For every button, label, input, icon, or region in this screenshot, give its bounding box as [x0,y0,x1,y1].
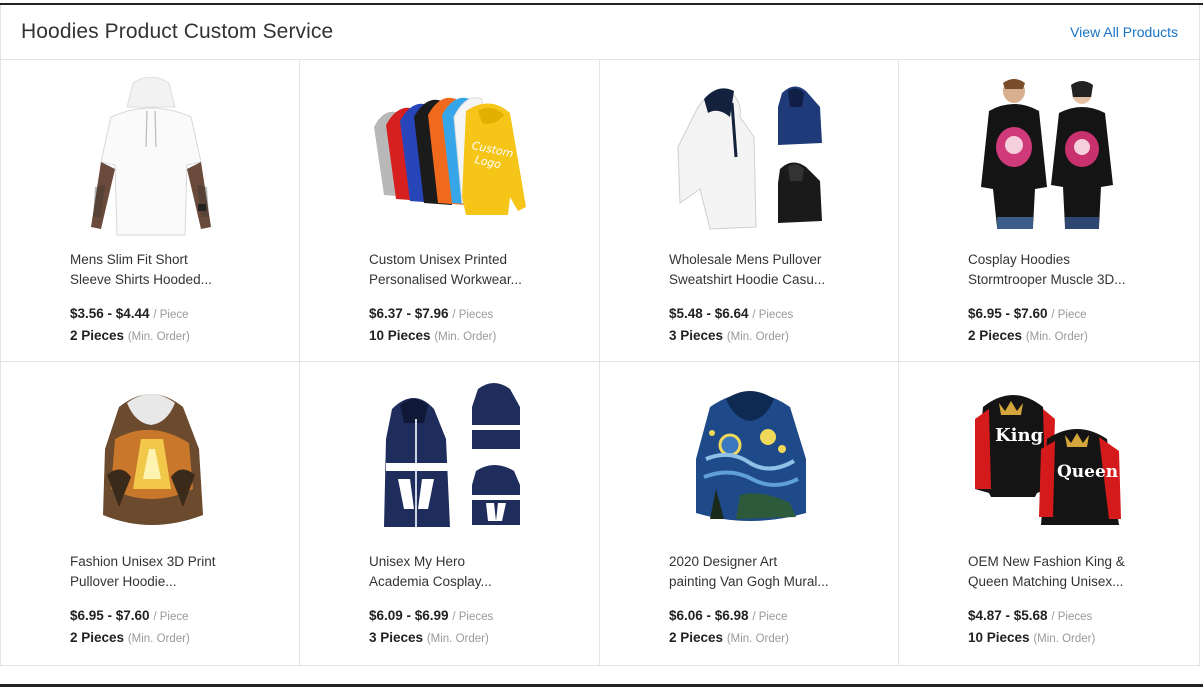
product-name[interactable]: Custom Unisex Printed Personalised Workw… [369,250,534,290]
min-order: 3 Pieces (Min. Order) [669,328,789,343]
view-all-products-link[interactable]: View All Products [1070,24,1178,40]
product-price: $6.09 - $6.99 / Pieces [369,608,493,623]
min-order-quantity: 2 Pieces [968,328,1023,343]
product-price: $3.56 - $4.44 / Piece [70,306,189,321]
product-name-line-1: Mens Slim Fit Short [70,252,188,267]
min-order-label: (Min. Order) [1033,633,1096,645]
price-range: $6.37 - $7.96 [369,306,449,321]
product-name-line-2: Sleeve Shirts Hooded... [70,272,212,287]
product-name[interactable]: Wholesale Mens Pullover Sweatshirt Hoodi… [669,250,834,290]
white-hooded-tshirt-image[interactable] [71,77,231,237]
min-order-label: (Min. Order) [434,331,497,343]
bottom-divider [0,684,1203,687]
product-name[interactable]: Fashion Unisex 3D Print Pullover Hoodie.… [70,552,235,592]
product-price: $5.48 - $6.64 / Pieces [669,306,793,321]
price-unit: / Piece [153,309,189,321]
min-order-label: (Min. Order) [1025,331,1088,343]
product-name-line-2: painting Van Gogh Mural... [669,574,829,589]
min-order-quantity: 2 Pieces [70,630,125,645]
product-card[interactable]: Wholesale Mens Pullover Sweatshirt Hoodi… [600,60,899,362]
product-name[interactable]: Unisex My Hero Academia Cosplay... [369,552,534,592]
price-range: $6.95 - $7.60 [70,608,150,623]
price-range: $3.56 - $4.44 [70,306,150,321]
min-order-quantity: 10 Pieces [968,630,1030,645]
product-name-line-1: 2020 Designer Art [669,554,778,569]
starry-night-hoodie-image[interactable] [670,379,830,539]
product-grid: Mens Slim Fit Short Sleeve Shirts Hooded… [1,60,1199,665]
min-order-label: (Min. Order) [127,633,190,645]
price-unit: / Piece [153,611,189,623]
product-card[interactable]: Unisex My Hero Academia Cosplay... $6.09… [300,362,600,665]
min-order-quantity: 3 Pieces [369,630,424,645]
product-card[interactable]: Fashion Unisex 3D Print Pullover Hoodie.… [1,362,300,665]
product-name-line-1: Fashion Unisex 3D Print [70,554,216,569]
product-name[interactable]: Mens Slim Fit Short Sleeve Shirts Hooded… [70,250,235,290]
min-order: 10 Pieces (Min. Order) [968,630,1095,645]
product-name-line-2: Sweatshirt Hoodie Casu... [669,272,826,287]
price-range: $5.48 - $6.64 [669,306,749,321]
product-card[interactable]: Mens Slim Fit Short Sleeve Shirts Hooded… [1,60,300,362]
section-header: Hoodies Product Custom Service View All … [1,5,1199,60]
couple-printed-hoodies-image[interactable] [969,77,1129,237]
product-name-line-1: Wholesale Mens Pullover [669,252,822,267]
product-card[interactable]: Custom Logo Custom Unisex Printed Person… [300,60,600,362]
product-name-line-1: OEM New Fashion King & [968,554,1125,569]
product-card[interactable]: Cosplay Hoodies Stormtrooper Muscle 3D..… [899,60,1199,362]
min-order-label: (Min. Order) [426,633,489,645]
product-price: $6.95 - $7.60 / Piece [70,608,189,623]
min-order-label: (Min. Order) [726,331,789,343]
price-range: $6.06 - $6.98 [669,608,749,623]
min-order-quantity: 2 Pieces [70,328,125,343]
product-name[interactable]: Cosplay Hoodies Stormtrooper Muscle 3D..… [968,250,1133,290]
min-order-quantity: 10 Pieces [369,328,431,343]
product-name-line-2: Academia Cosplay... [369,574,492,589]
colorful-hoodies-image[interactable]: Custom Logo [370,77,530,237]
product-card[interactable]: King Queen OEM New Fashion King & Queen … [899,362,1199,665]
price-unit: / Pieces [752,309,794,321]
price-unit: / Pieces [1051,611,1093,623]
product-name-line-1: Unisex My Hero [369,554,466,569]
price-unit: / Pieces [452,309,494,321]
product-price: $6.06 - $6.98 / Piece [669,608,788,623]
min-order-label: (Min. Order) [726,633,789,645]
price-unit: / Piece [752,611,788,623]
product-name-line-2: Pullover Hoodie... [70,574,177,589]
svg-text:King: King [995,425,1044,446]
product-price: $6.95 - $7.60 / Piece [968,306,1087,321]
product-price: $6.37 - $7.96 / Pieces [369,306,493,321]
price-range: $6.95 - $7.60 [968,306,1048,321]
min-order: 2 Pieces (Min. Order) [70,328,190,343]
product-price: $4.87 - $5.68 / Pieces [968,608,1092,623]
product-name[interactable]: OEM New Fashion King & Queen Matching Un… [968,552,1133,592]
min-order: 2 Pieces (Min. Order) [968,328,1088,343]
min-order-label: (Min. Order) [127,331,190,343]
min-order-quantity: 2 Pieces [669,630,724,645]
section-title: Hoodies Product Custom Service [21,20,334,43]
product-section: Hoodies Product Custom Service View All … [0,5,1200,666]
min-order: 2 Pieces (Min. Order) [70,630,190,645]
product-name-line-2: Queen Matching Unisex... [968,574,1124,589]
min-order: 3 Pieces (Min. Order) [369,630,489,645]
price-range: $6.09 - $6.99 [369,608,449,623]
product-name-line-1: Custom Unisex Printed [369,252,508,267]
price-unit: / Pieces [452,611,494,623]
king-queen-hoodies-image[interactable]: King Queen [969,379,1129,539]
min-order-quantity: 3 Pieces [669,328,724,343]
product-name-line-2: Personalised Workwear... [369,272,522,287]
3d-print-hoodie-image[interactable] [71,379,231,539]
product-name[interactable]: 2020 Designer Art painting Van Gogh Mura… [669,552,834,592]
min-order: 10 Pieces (Min. Order) [369,328,496,343]
product-name-line-2: Stormtrooper Muscle 3D... [968,272,1126,287]
svg-text:Queen: Queen [1057,462,1118,482]
cosplay-hoodies-image[interactable] [370,379,530,539]
price-range: $4.87 - $5.68 [968,608,1048,623]
white-navy-black-hoodies-image[interactable] [670,77,830,237]
product-card[interactable]: 2020 Designer Art painting Van Gogh Mura… [600,362,899,665]
product-name-line-1: Cosplay Hoodies [968,252,1071,267]
price-unit: / Piece [1051,309,1087,321]
min-order: 2 Pieces (Min. Order) [669,630,789,645]
